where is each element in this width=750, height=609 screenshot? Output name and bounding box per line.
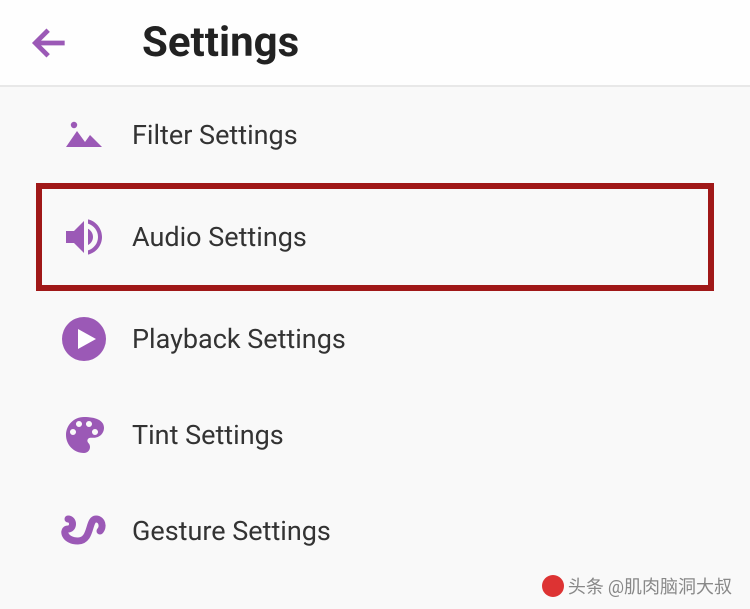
settings-list: Filter Settings Audio Settings Playback … <box>0 87 750 579</box>
settings-item-label: Audio Settings <box>132 221 307 253</box>
squiggle-icon <box>36 507 132 555</box>
watermark-logo-icon <box>542 575 564 597</box>
play-icon <box>36 315 132 363</box>
arrow-left-icon <box>28 21 72 65</box>
header: Settings <box>0 0 750 87</box>
settings-item-label: Gesture Settings <box>132 515 331 547</box>
settings-item-label: Tint Settings <box>132 419 284 451</box>
watermark-handle: @肌肉脑洞大叔 <box>608 573 732 599</box>
settings-item-tint[interactable]: Tint Settings <box>0 387 750 483</box>
speaker-icon <box>36 213 132 261</box>
mountains-icon <box>36 111 132 159</box>
palette-icon <box>36 411 132 459</box>
watermark: 头条 @肌肉脑洞大叔 <box>542 573 732 599</box>
settings-item-gesture[interactable]: Gesture Settings <box>0 483 750 579</box>
settings-item-playback[interactable]: Playback Settings <box>0 291 750 387</box>
settings-item-label: Filter Settings <box>132 119 298 151</box>
settings-item-filter[interactable]: Filter Settings <box>0 87 750 183</box>
page-title: Settings <box>142 18 299 67</box>
settings-item-audio[interactable]: Audio Settings <box>36 183 714 291</box>
watermark-prefix: 头条 <box>568 573 604 599</box>
back-button[interactable] <box>28 21 72 65</box>
settings-item-label: Playback Settings <box>132 323 346 355</box>
